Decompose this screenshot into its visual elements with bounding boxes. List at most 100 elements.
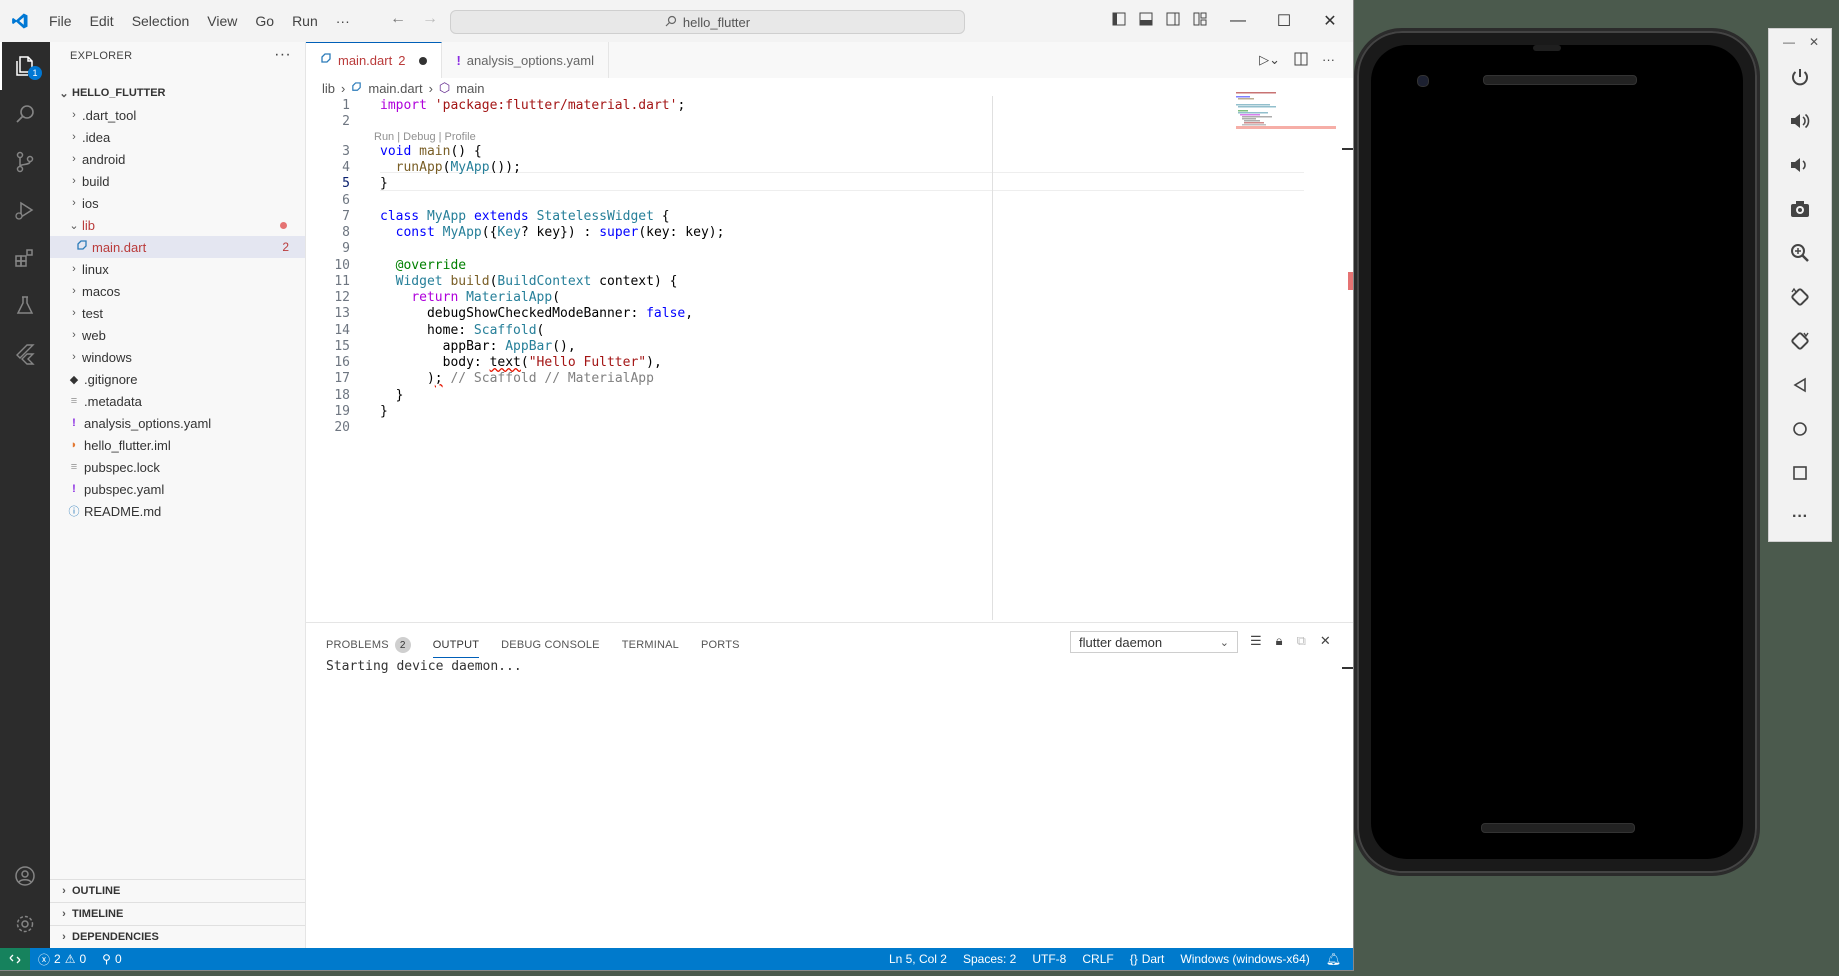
back-triangle-icon[interactable]: [1769, 363, 1831, 407]
tree-item-android[interactable]: › android: [50, 148, 305, 170]
rotate-left-icon[interactable]: [1769, 275, 1831, 319]
tree-item-main-dart[interactable]: main.dart 2: [50, 236, 305, 258]
search-activity-icon[interactable]: [0, 90, 50, 138]
breadcrumb-main-dart[interactable]: main.dart: [368, 81, 422, 96]
tab-debug-console[interactable]: DEBUG CONSOLE: [501, 633, 600, 657]
menu-run[interactable]: Run: [283, 13, 327, 29]
emulator-close-icon[interactable]: ✕: [1809, 35, 1819, 49]
menu-more[interactable]: ···: [327, 13, 359, 29]
toggle-primary-sidebar-icon[interactable]: [1112, 12, 1126, 29]
back-arrow-icon[interactable]: ←: [390, 10, 406, 28]
split-editor-icon[interactable]: [1294, 52, 1308, 69]
run-debug-icon[interactable]: [0, 186, 50, 234]
tab-analysis-options[interactable]: ! analysis_options.yaml: [442, 42, 609, 78]
tree-item-iml[interactable]: ◗ hello_flutter.iml: [50, 434, 305, 456]
tree-item-web[interactable]: › web: [50, 324, 305, 346]
tree-item-linux[interactable]: › linux: [50, 258, 305, 280]
menu-view[interactable]: View: [198, 13, 246, 29]
tab-output[interactable]: OUTPUT: [432, 633, 480, 658]
menu-selection[interactable]: Selection: [123, 13, 199, 29]
dependencies-section[interactable]: › DEPENDENCIES: [50, 925, 305, 948]
problems-status[interactable]: ⓧ 2 ⚠ 0: [30, 951, 94, 968]
zoom-icon[interactable]: [1769, 231, 1831, 275]
toggle-panel-icon[interactable]: [1139, 12, 1153, 29]
output-channel-select[interactable]: flutter daemon ⌄: [1070, 631, 1238, 653]
tree-item-windows[interactable]: › windows: [50, 346, 305, 368]
outline-label: OUTLINE: [72, 885, 121, 897]
forward-arrow-icon[interactable]: →: [422, 10, 438, 28]
ports-status[interactable]: ⚲ 0: [94, 952, 129, 966]
notifications-bell-icon[interactable]: 🔔︎: [1318, 952, 1349, 966]
outline-section[interactable]: › OUTLINE: [50, 879, 305, 902]
panel-scrollbar[interactable]: [1342, 667, 1353, 669]
settings-gear-icon[interactable]: [0, 900, 50, 948]
home-circle-icon[interactable]: [1769, 407, 1831, 451]
camera-screenshot-icon[interactable]: [1769, 187, 1831, 231]
emulator-minimize-icon[interactable]: —: [1783, 35, 1795, 49]
tree-item-ios[interactable]: › ios: [50, 192, 305, 214]
cursor-position[interactable]: Ln 5, Col 2: [881, 952, 955, 966]
tree-item-test[interactable]: › test: [50, 302, 305, 324]
device-selector[interactable]: Windows (windows-x64): [1172, 952, 1317, 966]
tab-ports[interactable]: PORTS: [701, 633, 740, 657]
tab-problems[interactable]: PROBLEMS 2: [326, 633, 411, 657]
minimap[interactable]: [1236, 92, 1336, 132]
tree-item-build[interactable]: › build: [50, 170, 305, 192]
tree-item-label: .gitignore: [84, 371, 138, 387]
flutter-icon[interactable]: [0, 330, 50, 378]
line-number: 11: [334, 274, 350, 289]
end-of-line[interactable]: CRLF: [1074, 952, 1121, 966]
rotate-right-icon[interactable]: [1769, 319, 1831, 363]
close-icon[interactable]: ✕: [1307, 0, 1353, 42]
tree-item-dart-tool[interactable]: › .dart_tool: [50, 104, 305, 126]
encoding[interactable]: UTF-8: [1024, 952, 1074, 966]
volume-up-icon[interactable]: [1769, 99, 1831, 143]
overview-square-icon[interactable]: [1769, 451, 1831, 495]
breadcrumb-main[interactable]: main: [456, 81, 484, 96]
customize-layout-icon[interactable]: [1193, 12, 1207, 29]
indentation[interactable]: Spaces: 2: [955, 952, 1024, 966]
language-mode[interactable]: {} Dart: [1122, 952, 1173, 966]
extensions-icon[interactable]: [0, 234, 50, 282]
tree-item-analysis-options[interactable]: ! analysis_options.yaml: [50, 412, 305, 434]
menu-file[interactable]: File: [40, 13, 81, 29]
workspace-folder[interactable]: ⌄ HELLO_FLUTTER: [50, 82, 305, 104]
tab-main-dart[interactable]: main.dart 2: [306, 42, 443, 78]
unsaved-dot-icon[interactable]: [419, 56, 428, 65]
menu-edit[interactable]: Edit: [81, 13, 123, 29]
timeline-section[interactable]: › TIMELINE: [50, 902, 305, 925]
explorer-icon[interactable]: 1: [0, 42, 50, 90]
tree-item-idea[interactable]: › .idea: [50, 126, 305, 148]
tree-item-pubspec-yaml[interactable]: ! pubspec.yaml: [50, 478, 305, 500]
tree-item-gitignore[interactable]: ◆ .gitignore: [50, 368, 305, 390]
clear-output-icon[interactable]: ☰: [1250, 633, 1262, 649]
explorer-more-button[interactable]: ···: [274, 46, 291, 64]
power-icon[interactable]: [1769, 55, 1831, 99]
editor-scrollbar[interactable]: [1342, 96, 1353, 620]
minimize-icon[interactable]: —: [1215, 0, 1261, 42]
accounts-icon[interactable]: [0, 852, 50, 900]
source-control-icon[interactable]: [0, 138, 50, 186]
breadcrumb-lib[interactable]: lib: [322, 81, 335, 96]
emulator-screen[interactable]: [1371, 45, 1743, 859]
tree-item-macos[interactable]: › macos: [50, 280, 305, 302]
close-panel-icon[interactable]: ✕: [1320, 633, 1331, 649]
volume-down-icon[interactable]: [1769, 143, 1831, 187]
more-options-icon[interactable]: ···: [1769, 495, 1831, 539]
tree-item-pubspec-lock[interactable]: ≡ pubspec.lock: [50, 456, 305, 478]
menu-go[interactable]: Go: [246, 13, 283, 29]
editor-more-icon[interactable]: ···: [1322, 52, 1335, 69]
open-output-editor-icon[interactable]: ⧉: [1297, 633, 1306, 649]
remote-indicator-icon[interactable]: [0, 948, 30, 970]
testing-icon[interactable]: [0, 282, 50, 330]
tree-item-readme[interactable]: ⓘ README.md: [50, 500, 305, 522]
toggle-secondary-sidebar-icon[interactable]: [1166, 12, 1180, 29]
code-editor[interactable]: 1 import 'package:flutter/material.dart'…: [306, 96, 1304, 616]
command-center-search[interactable]: hello_flutter: [450, 10, 965, 34]
tab-terminal[interactable]: TERMINAL: [622, 633, 679, 657]
maximize-icon[interactable]: ☐: [1261, 0, 1307, 42]
run-debug-dropdown-icon[interactable]: ▷⌄: [1259, 52, 1280, 69]
lock-scroll-icon[interactable]: 🔒︎: [1276, 633, 1283, 649]
tree-item-metadata[interactable]: ≡ .metadata: [50, 390, 305, 412]
tree-item-lib[interactable]: ⌄ lib: [50, 214, 305, 236]
